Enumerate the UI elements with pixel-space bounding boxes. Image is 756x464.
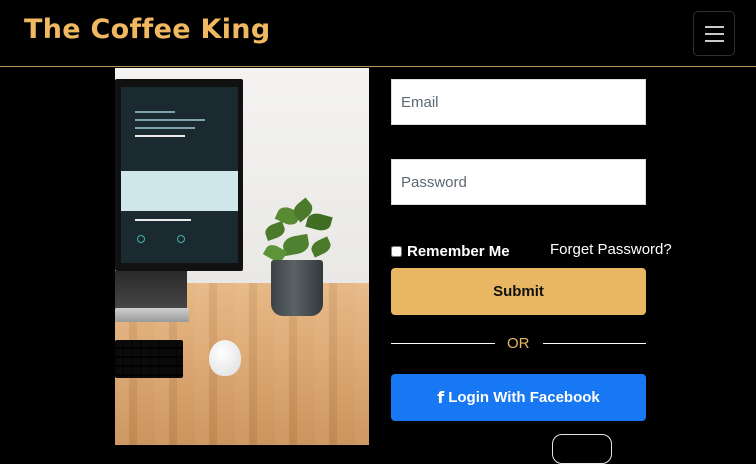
divider-line-left (391, 343, 495, 344)
workspace-photo (115, 68, 369, 445)
partially-visible-button[interactable] (552, 434, 612, 464)
brand-logo-text[interactable]: The Coffee King (24, 14, 270, 45)
screen-line (135, 127, 195, 129)
password-field[interactable] (391, 159, 646, 205)
plant-pot (271, 260, 323, 316)
forgot-password-link[interactable]: Forget Password? (550, 241, 672, 258)
monitor-base (115, 308, 189, 322)
screen-line (135, 219, 191, 221)
or-divider-text: OR (507, 335, 530, 352)
facebook-icon: f (437, 388, 445, 407)
keyboard (115, 340, 183, 378)
screen-icon (137, 235, 145, 243)
monitor-screen (121, 87, 238, 263)
navbar: The Coffee King (0, 0, 756, 67)
remember-me[interactable]: Remember Me (391, 242, 510, 260)
divider-line-right (543, 343, 646, 344)
menu-bar-line (705, 33, 724, 35)
screen-line (135, 119, 205, 121)
menu-bar-line (705, 26, 724, 28)
screen-line (135, 111, 175, 113)
login-form: Remember Me Forget Password? Submit OR f… (369, 68, 756, 464)
login-with-facebook-button[interactable]: f Login With Facebook (391, 374, 646, 421)
screen-line (135, 135, 185, 137)
screen-icon (177, 235, 185, 243)
screen-banner (121, 171, 238, 211)
monitor (115, 79, 243, 271)
submit-button[interactable]: Submit (391, 268, 646, 315)
computer-mouse (209, 340, 241, 376)
menu-bar-line (705, 40, 724, 42)
hamburger-menu-icon[interactable] (693, 11, 735, 56)
email-field[interactable] (391, 79, 646, 125)
facebook-button-label: Login With Facebook (448, 389, 600, 406)
remember-me-label: Remember Me (407, 242, 510, 260)
remember-me-checkbox[interactable] (391, 245, 402, 257)
